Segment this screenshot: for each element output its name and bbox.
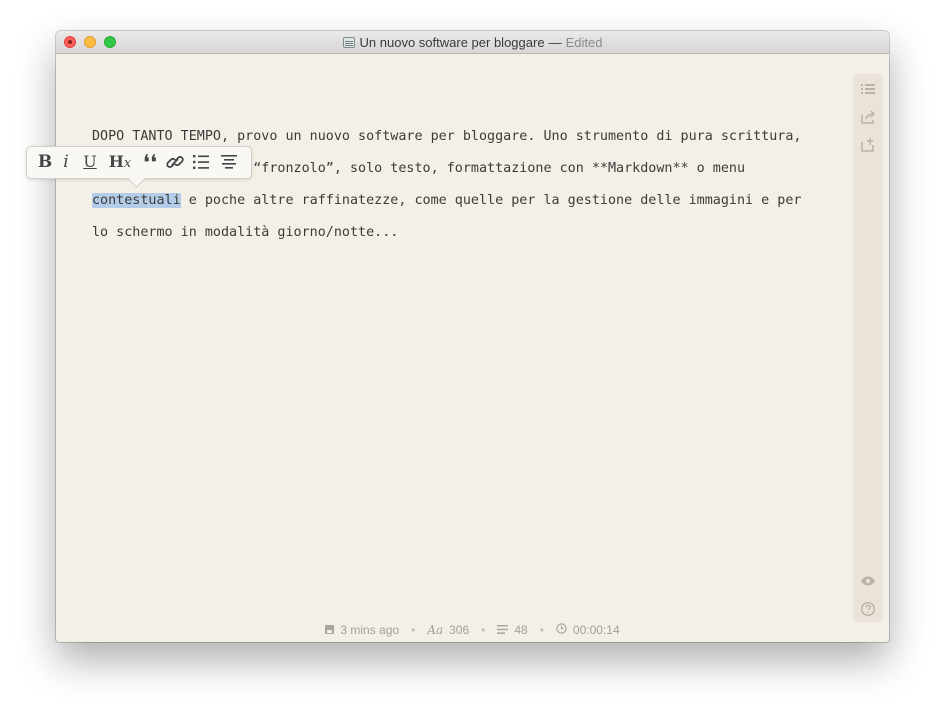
link-icon[interactable] <box>165 151 185 173</box>
preview-eye-icon[interactable] <box>860 573 876 589</box>
help-icon[interactable] <box>860 601 876 617</box>
editor-line[interactable]: contestuali e poche altre raffinatezze, … <box>92 185 852 217</box>
underline-button[interactable]: U <box>82 151 98 173</box>
status-separator: • <box>411 623 416 637</box>
align-center-icon[interactable] <box>220 151 238 173</box>
word-count: 48 <box>497 623 528 637</box>
export-icon[interactable] <box>860 137 876 153</box>
title-bar: Un nuovo software per bloggare — Edited <box>56 31 889 54</box>
outline-list-icon[interactable] <box>860 81 876 97</box>
editor-text-area[interactable]: DOPO TANTO TEMPO, provo un nuovo softwar… <box>92 121 852 249</box>
format-popover-toolbar: B i U Hx ❛❛ <box>26 146 252 179</box>
status-separator: • <box>539 623 544 637</box>
heading-button[interactable]: Hx <box>107 151 133 173</box>
italic-button[interactable]: i <box>59 151 73 173</box>
reading-time: 00:00:14 <box>556 623 620 637</box>
saved-status: 3 mins ago <box>325 623 399 637</box>
editor-line[interactable]: lo schermo in modalità giorno/notte... <box>92 217 852 249</box>
lines-icon <box>497 623 509 637</box>
status-separator: • <box>481 623 486 637</box>
reading-time-value: 00:00:14 <box>572 623 620 637</box>
saved-time: 3 mins ago <box>340 623 400 637</box>
editor-line-rest[interactable]: e poche altre raffinatezze, come quelle … <box>181 193 802 208</box>
word-count-value: 48 <box>514 623 528 637</box>
bullet-list-icon[interactable] <box>192 151 210 173</box>
heading-sub-label: x <box>123 156 132 171</box>
font-icon: Aa <box>427 623 444 637</box>
share-icon[interactable] <box>860 109 876 125</box>
edited-status: Edited <box>565 35 603 50</box>
app-window: Un nuovo software per bloggare — Edited DO… <box>56 31 889 642</box>
document-icon <box>342 37 355 48</box>
heading-label: H <box>108 152 124 171</box>
right-sidebar <box>853 74 883 622</box>
bold-button[interactable]: B <box>36 151 54 173</box>
status-bar: 3 mins ago • Aa 306 • 48 • 00:00:14 <box>56 623 889 639</box>
character-count: Aa 306 <box>427 623 469 637</box>
clock-icon <box>556 623 567 637</box>
window-title: Un nuovo software per bloggare — Edited <box>56 35 889 50</box>
selected-text[interactable]: contestuali <box>92 193 181 208</box>
quote-button[interactable]: ❛❛ <box>141 151 159 176</box>
character-count-value: 306 <box>449 623 470 637</box>
document-title: Un nuovo software per bloggare <box>359 35 545 50</box>
title-separator: — <box>548 35 562 50</box>
save-disk-icon <box>325 623 335 637</box>
